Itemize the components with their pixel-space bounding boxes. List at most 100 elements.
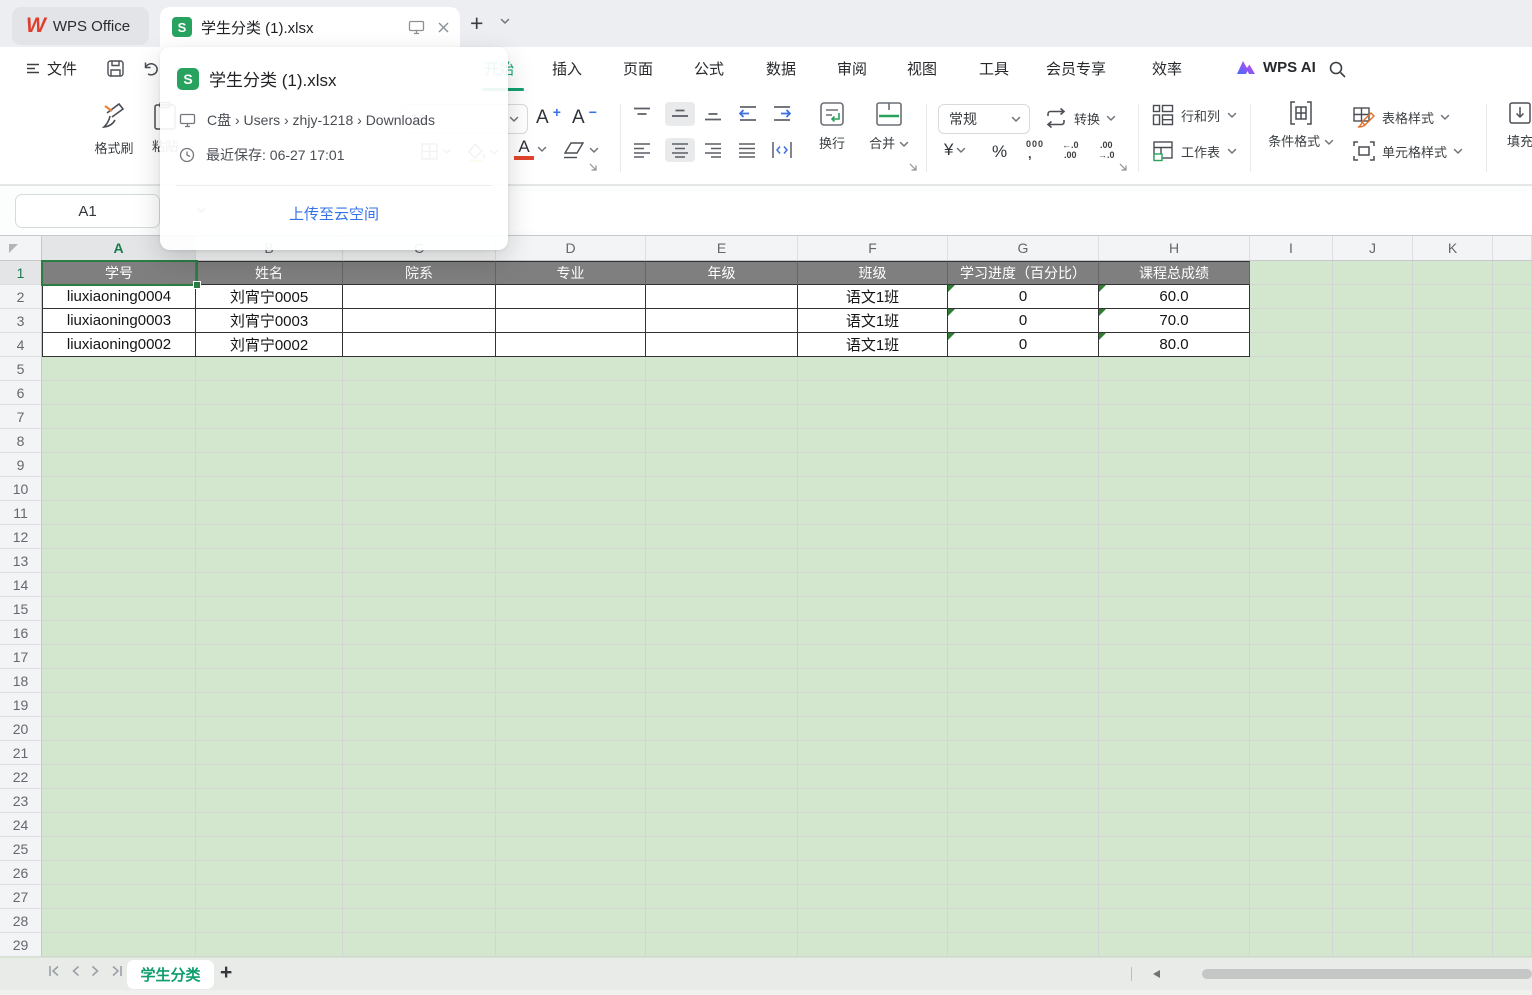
cell-F18[interactable] <box>798 669 948 693</box>
cell-G28[interactable] <box>948 909 1099 933</box>
cell-J28[interactable] <box>1333 909 1413 933</box>
cell-I22[interactable] <box>1250 765 1333 789</box>
cell-K3[interactable] <box>1413 309 1493 333</box>
cell-K12[interactable] <box>1413 525 1493 549</box>
row-header-27[interactable]: 27 <box>0 885 42 909</box>
cell-F25[interactable] <box>798 837 948 861</box>
cell-D12[interactable] <box>496 525 646 549</box>
cell-F22[interactable] <box>798 765 948 789</box>
cell-J19[interactable] <box>1333 693 1413 717</box>
cell-B12[interactable] <box>196 525 343 549</box>
row-header-25[interactable]: 25 <box>0 837 42 861</box>
cell-D26[interactable] <box>496 861 646 885</box>
cell-E24[interactable] <box>646 813 798 837</box>
cell-F11[interactable] <box>798 501 948 525</box>
cell-C11[interactable] <box>343 501 496 525</box>
cell-partial-2[interactable] <box>1493 285 1532 309</box>
file-menu-button[interactable]: 文件 <box>26 58 77 79</box>
column-header-K[interactable]: K <box>1413 236 1493 260</box>
cell-D3[interactable] <box>496 309 646 333</box>
cell-G8[interactable] <box>948 429 1099 453</box>
row-header-28[interactable]: 28 <box>0 909 42 933</box>
name-box[interactable]: A1 <box>15 194 160 228</box>
cell-E9[interactable] <box>646 453 798 477</box>
cell-E28[interactable] <box>646 909 798 933</box>
cell-J9[interactable] <box>1333 453 1413 477</box>
cell-K10[interactable] <box>1413 477 1493 501</box>
new-tab-button[interactable]: + <box>470 11 483 35</box>
document-tab[interactable]: S 学生分类 (1).xlsx <box>160 7 460 47</box>
row-header-12[interactable]: 12 <box>0 525 42 549</box>
cell-A28[interactable] <box>42 909 196 933</box>
cell-G14[interactable] <box>948 573 1099 597</box>
column-header-E[interactable]: E <box>646 236 798 260</box>
cell-F20[interactable] <box>798 717 948 741</box>
thousands-separator-button[interactable]: 000, <box>1026 140 1044 158</box>
cell-I20[interactable] <box>1250 717 1333 741</box>
cell-K13[interactable] <box>1413 549 1493 573</box>
cell-G3[interactable]: 0 <box>948 309 1099 333</box>
cell-K29[interactable] <box>1413 933 1493 957</box>
next-sheet-icon[interactable] <box>91 965 100 977</box>
cell-J1[interactable] <box>1333 261 1413 285</box>
menu-tab-review[interactable]: 审阅 <box>837 58 867 79</box>
cell-B11[interactable] <box>196 501 343 525</box>
cell-D5[interactable] <box>496 357 646 381</box>
cell-C9[interactable] <box>343 453 496 477</box>
row-header-7[interactable]: 7 <box>0 405 42 429</box>
save-icon[interactable] <box>106 59 125 78</box>
cell-C22[interactable] <box>343 765 496 789</box>
cell-D23[interactable] <box>496 789 646 813</box>
cell-A15[interactable] <box>42 597 196 621</box>
row-header-3[interactable]: 3 <box>0 309 42 333</box>
cell-E22[interactable] <box>646 765 798 789</box>
cell-J12[interactable] <box>1333 525 1413 549</box>
row-header-4[interactable]: 4 <box>0 333 42 357</box>
cell-C27[interactable] <box>343 885 496 909</box>
monitor-mode-icon[interactable] <box>408 20 425 35</box>
cell-I9[interactable] <box>1250 453 1333 477</box>
cell-partial-14[interactable] <box>1493 573 1532 597</box>
cell-D2[interactable] <box>496 285 646 309</box>
cell-C24[interactable] <box>343 813 496 837</box>
cell-partial-24[interactable] <box>1493 813 1532 837</box>
cell-partial-21[interactable] <box>1493 741 1532 765</box>
cell-partial-8[interactable] <box>1493 429 1532 453</box>
cell-style-button[interactable]: 单元格样式 <box>1352 140 1463 162</box>
cell-G29[interactable] <box>948 933 1099 957</box>
row-header-23[interactable]: 23 <box>0 789 42 813</box>
cell-K26[interactable] <box>1413 861 1493 885</box>
cell-I12[interactable] <box>1250 525 1333 549</box>
cell-partial-7[interactable] <box>1493 405 1532 429</box>
cell-I8[interactable] <box>1250 429 1333 453</box>
select-all-corner[interactable] <box>0 236 42 260</box>
cell-I6[interactable] <box>1250 381 1333 405</box>
cell-C29[interactable] <box>343 933 496 957</box>
cell-I14[interactable] <box>1250 573 1333 597</box>
cell-partial-22[interactable] <box>1493 765 1532 789</box>
cell-D22[interactable] <box>496 765 646 789</box>
cell-E8[interactable] <box>646 429 798 453</box>
cell-H6[interactable] <box>1099 381 1250 405</box>
cell-B14[interactable] <box>196 573 343 597</box>
cell-C26[interactable] <box>343 861 496 885</box>
tab-list-chevron-icon[interactable] <box>500 18 510 25</box>
cell-J17[interactable] <box>1333 645 1413 669</box>
cell-H24[interactable] <box>1099 813 1250 837</box>
cell-J8[interactable] <box>1333 429 1413 453</box>
cell-partial-23[interactable] <box>1493 789 1532 813</box>
percent-format-button[interactable]: % <box>992 142 1007 162</box>
cell-E1[interactable]: 年级 <box>646 261 798 285</box>
cell-K14[interactable] <box>1413 573 1493 597</box>
previous-sheet-icon[interactable] <box>71 965 80 977</box>
cell-D28[interactable] <box>496 909 646 933</box>
cell-F12[interactable] <box>798 525 948 549</box>
cell-F21[interactable] <box>798 741 948 765</box>
cell-B8[interactable] <box>196 429 343 453</box>
cell-partial-17[interactable] <box>1493 645 1532 669</box>
cell-J3[interactable] <box>1333 309 1413 333</box>
cell-H12[interactable] <box>1099 525 1250 549</box>
column-header-H[interactable]: H <box>1099 236 1250 260</box>
cell-A2[interactable]: liuxiaoning0004 <box>42 285 196 309</box>
cell-D4[interactable] <box>496 333 646 357</box>
